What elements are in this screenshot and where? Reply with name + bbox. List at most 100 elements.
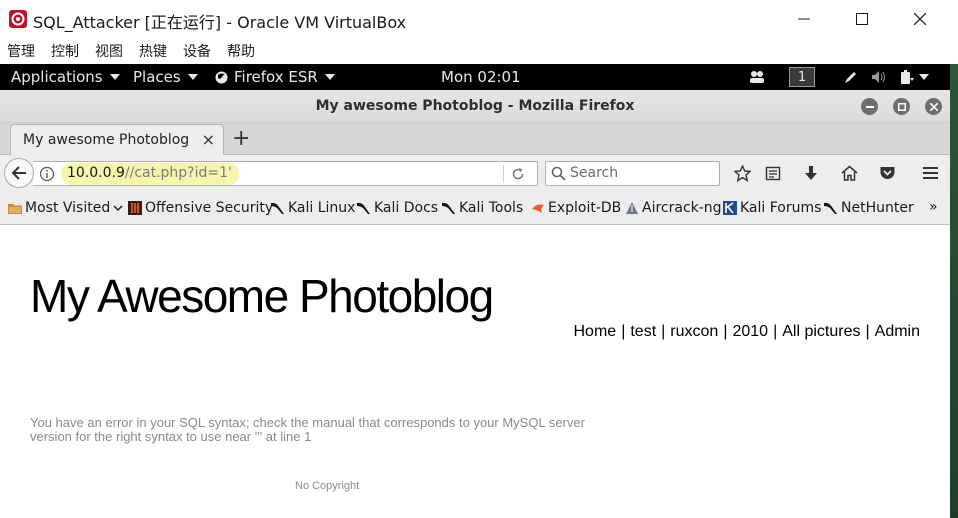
home-button[interactable]: [839, 163, 859, 183]
footer-copyright: No Copyright: [295, 480, 360, 492]
close-button[interactable]: [891, 0, 949, 38]
url-text: 10.0.0.9//cat.php?id=1': [67, 165, 232, 181]
menu-control[interactable]: 控制: [51, 41, 79, 61]
bookmark-label: Aircrack-ng: [642, 200, 722, 216]
menu-help[interactable]: 帮助: [227, 41, 255, 61]
firefox-icon: [215, 71, 228, 83]
bookmark-star-button[interactable]: [732, 163, 752, 183]
url-host: 10.0.0.9: [67, 165, 125, 181]
bookmark-label: Kali Linux: [288, 200, 356, 216]
menu-manage[interactable]: 管理: [7, 41, 35, 61]
chevron-down-icon: [187, 74, 198, 80]
bookmarks-toolbar: Most Visited Offensive Security Kali Lin…: [0, 191, 950, 225]
workspace-indicator[interactable]: 1: [789, 67, 815, 87]
bookmark-kali-tools[interactable]: Kali Tools: [441, 200, 523, 216]
minimize-icon: [865, 105, 874, 108]
home-icon: [840, 165, 858, 181]
menu-view[interactable]: 视图: [95, 41, 123, 61]
pen-icon[interactable]: [844, 70, 858, 84]
kali-forums-icon: [723, 201, 737, 215]
host-desktop-edge: [950, 0, 958, 518]
bookmark-label: Kali Tools: [459, 200, 524, 216]
ff-maximize-button[interactable]: [893, 98, 910, 115]
nav-link-admin[interactable]: Admin: [875, 323, 920, 340]
web-page: My Awesome Photoblog Home | test | ruxcon | 20…: [0, 226, 950, 518]
bookmark-most-visited[interactable]: Most Visited: [7, 200, 123, 216]
system-menu-chevron-icon[interactable]: [919, 74, 929, 80]
menu-devices[interactable]: 设备: [183, 41, 211, 61]
aircrack-icon: [626, 202, 638, 214]
places-menu[interactable]: Places: [133, 68, 198, 86]
site-title[interactable]: My Awesome Photoblog: [30, 269, 494, 323]
nav-link-home[interactable]: Home: [574, 323, 617, 340]
tab-photoblog[interactable]: My awesome Photoblog ×: [10, 124, 224, 156]
volume-icon[interactable]: [871, 70, 887, 84]
nav-link-test[interactable]: test: [630, 323, 656, 340]
bookmark-kali-forums[interactable]: Kali Forums: [722, 200, 821, 216]
offensive-security-icon: [128, 201, 142, 215]
firefox-app-label: Firefox ESR: [234, 68, 318, 86]
firefox-window-title: My awesome Photoblog - Mozilla Firefox: [315, 98, 635, 114]
search-bar[interactable]: Search: [545, 161, 720, 186]
reading-list-button[interactable]: [763, 163, 783, 183]
nav-separator: |: [865, 323, 870, 340]
bookmark-label: Offensive Security: [145, 200, 274, 216]
kali-dragon-icon: [442, 202, 455, 214]
bookmark-offensive-security[interactable]: Offensive Security: [127, 200, 273, 216]
applications-label: Applications: [11, 68, 103, 86]
kali-dragon-icon: [271, 202, 284, 214]
url-bar[interactable]: 10.0.0.9//cat.php?id=1': [33, 161, 538, 186]
star-icon: [733, 164, 751, 182]
nav-separator: |: [773, 323, 778, 340]
hamburger-menu-button[interactable]: [920, 163, 940, 183]
site-nav: Home | test | ruxcon | 2010 | All pictures | Admin: [574, 323, 921, 341]
tab-strip: My awesome Photoblog × +: [0, 123, 950, 156]
exploit-db-icon: [532, 204, 544, 213]
bookmark-aircrack-ng[interactable]: Aircrack-ng: [624, 200, 722, 216]
bookmark-exploit-db[interactable]: Exploit-DB: [530, 200, 621, 216]
tab-close-icon[interactable]: ×: [202, 130, 215, 149]
bookmark-nethunter[interactable]: NetHunter: [823, 200, 914, 216]
new-tab-icon[interactable]: +: [232, 126, 250, 152]
nav-separator: |: [661, 323, 666, 340]
minimize-button[interactable]: [775, 0, 833, 38]
panel-clock[interactable]: Mon 02:01: [441, 68, 521, 86]
firefox-app-menu[interactable]: Firefox ESR: [215, 68, 335, 86]
host-menubar: 管理 控制 视图 热键 设备 帮助: [0, 38, 958, 64]
users-icon[interactable]: [749, 70, 765, 84]
places-label: Places: [133, 68, 181, 86]
nav-separator: |: [621, 323, 626, 340]
pocket-button[interactable]: [877, 163, 897, 183]
nav-link-2010[interactable]: 2010: [732, 323, 768, 340]
bookmarks-overflow-icon[interactable]: »: [929, 199, 938, 215]
virtualbox-app-icon: [9, 10, 27, 28]
maximize-button[interactable]: [833, 0, 891, 38]
host-titlebar: SQL_Attacker [正在运行] - Oracle VM VirtualB…: [0, 0, 958, 38]
bookmark-kali-linux[interactable]: Kali Linux: [270, 200, 355, 216]
chevron-down-icon: [113, 205, 123, 212]
nav-separator: |: [723, 323, 728, 340]
back-button[interactable]: [4, 158, 34, 188]
back-arrow-icon: [11, 166, 26, 180]
bookmark-label: Exploit-DB: [548, 200, 622, 216]
host-desktop-edge-top: [950, 0, 958, 64]
nav-link-ruxcon[interactable]: ruxcon: [670, 323, 718, 340]
maximize-icon: [856, 13, 868, 25]
applications-menu[interactable]: Applications: [11, 68, 120, 86]
ff-minimize-button[interactable]: [861, 98, 878, 115]
maximize-icon: [897, 102, 906, 111]
firefox-titlebar: My awesome Photoblog - Mozilla Firefox: [0, 90, 950, 123]
reload-icon[interactable]: [510, 166, 526, 182]
ff-close-button[interactable]: [925, 98, 942, 115]
kali-dragon-icon: [357, 202, 370, 214]
menu-hotkeys[interactable]: 热键: [139, 41, 167, 61]
kali-dragon-icon: [824, 202, 837, 214]
pocket-icon: [880, 167, 894, 179]
battery-icon[interactable]: [899, 69, 915, 85]
nav-link-all-pictures[interactable]: All pictures: [782, 323, 860, 340]
info-icon[interactable]: [39, 166, 55, 182]
downloads-button[interactable]: [801, 163, 821, 183]
close-icon: [914, 13, 926, 25]
bookmark-kali-docs[interactable]: Kali Docs: [356, 200, 438, 216]
minimize-icon: [798, 18, 810, 20]
